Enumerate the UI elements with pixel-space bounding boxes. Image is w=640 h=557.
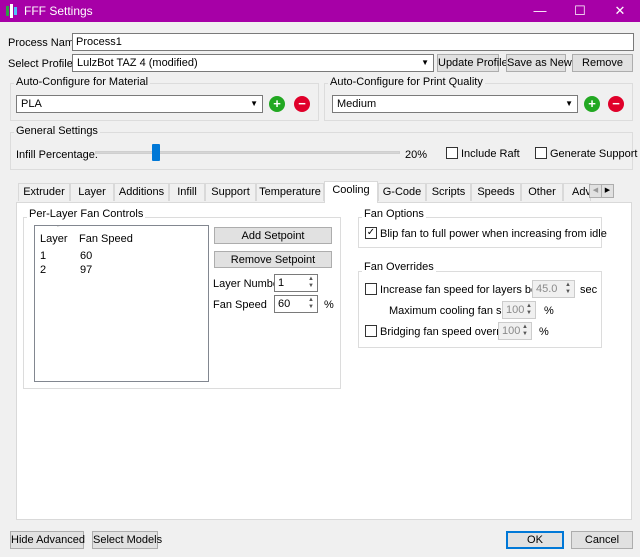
- quality-select[interactable]: Medium ▼: [332, 95, 578, 113]
- select-profile-label: Select Profile:: [8, 58, 76, 70]
- tab-extruder[interactable]: Extruder: [18, 183, 70, 201]
- chevron-down-icon: ▼: [565, 99, 573, 108]
- generate-support-checkbox[interactable]: [535, 147, 547, 159]
- ok-button[interactable]: OK: [506, 531, 564, 549]
- quality-select-value: Medium: [337, 98, 377, 110]
- chevron-down-icon: ▼: [421, 58, 429, 67]
- material-group-title: Auto-Configure for Material: [14, 76, 151, 88]
- fan-controls-title: Per-Layer Fan Controls: [27, 208, 146, 220]
- material-select[interactable]: PLA ▼: [16, 95, 263, 113]
- column-header-layer[interactable]: Layer: [40, 233, 68, 245]
- general-settings-title: General Settings: [14, 125, 100, 137]
- bridging-fan-override-unit: %: [539, 326, 549, 338]
- spin-arrows-icon[interactable]: ▲ ▼: [524, 303, 534, 317]
- add-material-button[interactable]: +: [269, 96, 285, 112]
- tab-layer[interactable]: Layer: [70, 183, 114, 201]
- sort-arrow-icon: ˆ: [57, 226, 60, 233]
- tab-scroll-right-icon[interactable]: ▶: [601, 184, 614, 198]
- blip-fan-label: Blip fan to full power when increasing f…: [380, 228, 607, 240]
- layer-cell: 1: [40, 250, 47, 262]
- blip-fan-checkbox[interactable]: ✓: [365, 227, 377, 239]
- save-as-new-button[interactable]: Save as New: [506, 54, 572, 72]
- bridging-fan-override-label: Bridging fan speed override: [380, 326, 515, 338]
- include-raft-checkbox[interactable]: [446, 147, 458, 159]
- table-row[interactable]: 2 97: [35, 264, 208, 277]
- chevron-down-icon: ▼: [250, 99, 258, 108]
- update-profile-button[interactable]: Update Profile: [437, 54, 508, 72]
- title-bar[interactable]: FFF Settings — ☐ ✕: [0, 0, 640, 22]
- tab-cooling[interactable]: Cooling: [324, 181, 378, 203]
- layer-number-spinbox[interactable]: 1 ▲ ▼: [274, 274, 318, 292]
- close-button[interactable]: ✕: [600, 0, 640, 22]
- maximize-button[interactable]: ☐: [560, 0, 600, 22]
- select-models-button[interactable]: Select Models: [92, 531, 162, 549]
- infill-value: 20%: [405, 149, 428, 161]
- tab-additions[interactable]: Additions: [114, 183, 169, 201]
- fan-speed-value: 60: [278, 298, 291, 310]
- tab-speeds[interactable]: Speeds: [471, 183, 521, 201]
- window-title: FFF Settings: [24, 4, 93, 18]
- profile-select[interactable]: LulzBot TAZ 4 (modified) ▼: [72, 54, 434, 72]
- max-cooling-fan-speed-value: 100: [506, 304, 525, 316]
- process-name-input[interactable]: Process1: [72, 33, 634, 51]
- tab-infill[interactable]: Infill: [169, 183, 205, 201]
- tab-gcode[interactable]: G-Code: [378, 183, 426, 201]
- increase-fan-speed-label: Increase fan speed for layers below: [380, 284, 554, 296]
- cancel-button[interactable]: Cancel: [571, 531, 633, 549]
- fan-speed-spinbox[interactable]: 60 ▲ ▼: [274, 295, 318, 313]
- remove-profile-button[interactable]: Remove: [572, 54, 633, 72]
- increase-fan-speed-unit: sec: [580, 284, 598, 296]
- fan-speed-unit: %: [324, 299, 334, 311]
- cooling-tab-panel: Per-Layer Fan Controls Layer ˆ Fan Speed…: [16, 202, 632, 520]
- hide-advanced-button[interactable]: Hide Advanced: [10, 531, 85, 549]
- remove-material-button[interactable]: −: [294, 96, 310, 112]
- infill-label: Infill Percentage:: [16, 149, 98, 161]
- increase-fan-speed-spinbox[interactable]: 45.0 ▲ ▼: [532, 280, 575, 298]
- infill-slider-track[interactable]: [95, 151, 400, 154]
- max-cooling-fan-speed-spinbox[interactable]: 100 ▲ ▼: [502, 301, 536, 319]
- quality-group-title: Auto-Configure for Print Quality: [328, 76, 485, 88]
- tab-other[interactable]: Other: [521, 183, 563, 201]
- minimize-button[interactable]: —: [520, 0, 560, 22]
- table-row[interactable]: 1 60: [35, 250, 208, 263]
- spin-arrows-icon[interactable]: ▲ ▼: [306, 276, 316, 290]
- column-header-fan-speed[interactable]: Fan Speed: [79, 233, 133, 245]
- tab-advanced[interactable]: Adv: [563, 183, 591, 201]
- max-cooling-fan-speed-unit: %: [544, 305, 554, 317]
- tab-temperature[interactable]: Temperature: [256, 183, 324, 201]
- layer-cell: 2: [40, 264, 47, 276]
- fan-setpoint-list[interactable]: Layer ˆ Fan Speed 1 60 2 97: [34, 225, 209, 382]
- tab-support[interactable]: Support: [205, 183, 256, 201]
- layer-number-label: Layer Number: [213, 278, 283, 290]
- remove-setpoint-button[interactable]: Remove Setpoint: [214, 251, 332, 268]
- include-raft-label: Include Raft: [461, 148, 520, 160]
- spin-arrows-icon[interactable]: ▲ ▼: [563, 282, 573, 296]
- spin-arrows-icon[interactable]: ▲ ▼: [306, 297, 316, 311]
- fan-speed-cell: 97: [80, 264, 93, 276]
- material-select-value: PLA: [21, 98, 42, 110]
- increase-fan-speed-value: 45.0: [536, 283, 558, 295]
- spin-arrows-icon[interactable]: ▲ ▼: [520, 324, 530, 338]
- tab-scripts[interactable]: Scripts: [426, 183, 471, 201]
- bridging-fan-override-spinbox[interactable]: 100 ▲ ▼: [498, 322, 532, 340]
- remove-quality-button[interactable]: −: [608, 96, 624, 112]
- increase-fan-speed-checkbox[interactable]: [365, 283, 377, 295]
- fan-options-title: Fan Options: [362, 208, 426, 220]
- infill-slider-thumb[interactable]: [152, 144, 160, 161]
- profile-select-value: LulzBot TAZ 4 (modified): [77, 57, 198, 69]
- bridging-fan-override-value: 100: [502, 325, 521, 337]
- layer-number-value: 1: [278, 277, 285, 289]
- fan-speed-label: Fan Speed: [213, 299, 267, 311]
- app-icon: [6, 4, 17, 18]
- generate-support-label: Generate Support: [550, 148, 638, 160]
- add-quality-button[interactable]: +: [584, 96, 600, 112]
- fan-overrides-title: Fan Overrides: [362, 261, 436, 273]
- fan-speed-cell: 60: [80, 250, 93, 262]
- bridging-fan-override-checkbox[interactable]: [365, 325, 377, 337]
- add-setpoint-button[interactable]: Add Setpoint: [214, 227, 332, 244]
